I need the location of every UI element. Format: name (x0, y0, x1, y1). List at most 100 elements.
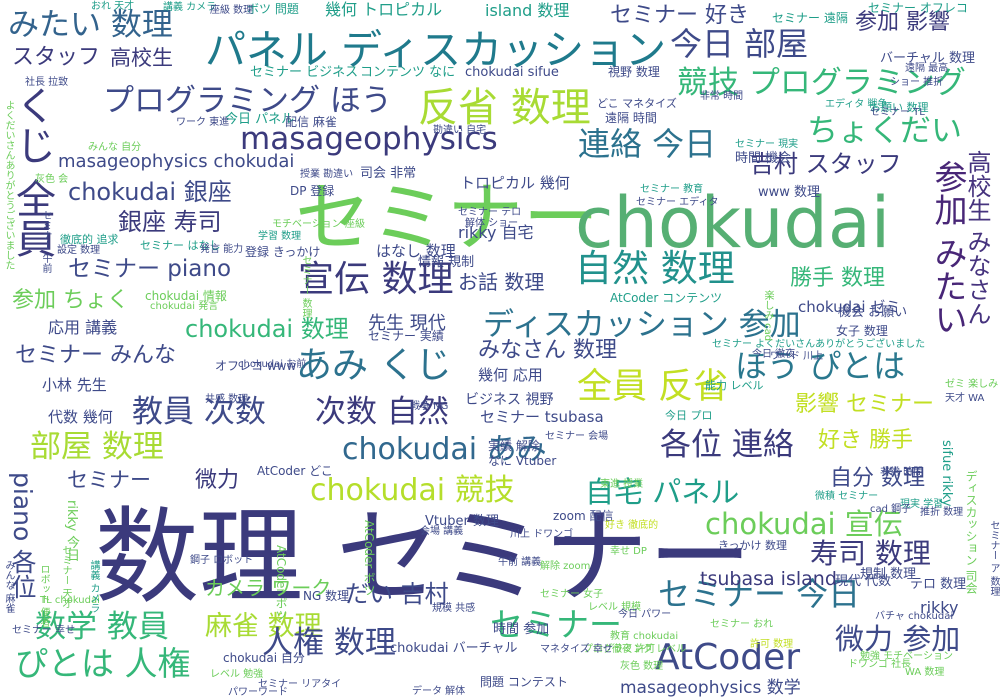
word: 楽しみ cad (762, 290, 773, 342)
word: 寿司 数理 (810, 537, 931, 570)
word: レベル 勉強 (210, 669, 264, 680)
word: 共感 数理 (205, 394, 249, 405)
word: tsubasa island (700, 568, 837, 590)
word: 幸せ DP (610, 546, 647, 557)
word: 問題 コンテスト (480, 675, 568, 689)
word: 参加 影響 (855, 10, 950, 35)
word: cad 鋼子 (870, 504, 912, 515)
word: ディスカッション 参加 (483, 307, 801, 343)
word: バチャ chokudai (875, 611, 954, 622)
word: セミナー おれ (710, 619, 774, 630)
word: きっかけ 数理 (718, 539, 788, 552)
word: 幾何 応用 (478, 366, 543, 384)
word: 参加 みたい (929, 160, 968, 336)
word: 時間 機会 (735, 151, 792, 166)
word: セミナー 数理 (300, 255, 311, 319)
word: sifue rikky (939, 440, 954, 507)
word: セミナー TL (870, 107, 925, 118)
word: chokudai 数理 (185, 315, 349, 343)
word: 配信 麻雀 (285, 115, 337, 129)
word: テロ 数理 (910, 577, 967, 592)
word: 部屋 数理 (30, 429, 164, 465)
word: chokudai sifue (465, 65, 559, 80)
word: chokudai お前 (238, 359, 307, 370)
word: 灰色 会 (35, 174, 69, 185)
word: 勝手 数理 (790, 266, 885, 291)
word: 高校生 (110, 46, 173, 70)
word: 幾何 トロピカル (325, 0, 443, 19)
word: 連絡 今日 (578, 125, 717, 163)
word: 講義 カメラ (163, 2, 217, 13)
word: みんな 自分 (88, 142, 142, 153)
word: 参加 ちょく (12, 288, 129, 313)
word-cloud: 数理 セミナー セミナー chokudai パネル ディスカッション 反省 数理… (0, 0, 1000, 700)
word: お話 数理 (458, 270, 545, 294)
word: 今日 部屋 (670, 25, 809, 63)
word: セミナー みんな (15, 343, 176, 368)
word: セミナー リアタイ (258, 679, 342, 690)
word: 午前 講義 (498, 557, 542, 568)
word: AtCoder ボツ (274, 545, 288, 622)
word: セミナー 天才 (60, 545, 71, 609)
word: モチベーション 座級 (272, 219, 365, 230)
word: セミナー 会場 (545, 431, 609, 442)
word: masageophysics 数学 (620, 678, 801, 698)
word: セミナー テロ (458, 207, 522, 218)
word: みんな 麻雀 (3, 560, 14, 614)
word: セミナー ア 数理 (988, 520, 999, 597)
word: セミナー 女子 (540, 589, 604, 600)
word: island 数理 (485, 1, 570, 20)
word: 微力 (195, 468, 240, 493)
word: 徹底的 追求 (60, 233, 119, 246)
word: あみ くじ (296, 345, 452, 386)
word: 実績 解除 (488, 439, 540, 453)
word: 鋼子 ロボット (190, 555, 254, 566)
word: 勘違い 自宅 (433, 125, 487, 136)
word: 今日 パワー (618, 609, 672, 620)
word: 東進 授業 (600, 479, 644, 490)
word: セミナー 好き (610, 3, 749, 28)
word: 天才 WA (945, 393, 985, 404)
word: 自然 数理 (575, 247, 735, 290)
word: masageophysics chokudai (58, 151, 295, 172)
word: 代数 幾何 (48, 408, 113, 426)
word: 非常 時間 (700, 91, 744, 102)
word: 司会 非常 (360, 166, 417, 181)
word: ビジネス 視野 (465, 392, 554, 408)
word: セミナー tsubasa (480, 408, 604, 426)
word: ドワンゴ 社長 (848, 659, 912, 670)
word: ちょくだい (807, 113, 962, 149)
word: 高校生 みなさん (963, 150, 991, 326)
word: セミナー 幸せ (12, 625, 76, 636)
word: 好き 徹底的 (605, 520, 659, 531)
word: 灰色 数理 (620, 661, 664, 672)
word: chokudai 銀座 (68, 178, 232, 206)
word: ワード 川上 (770, 351, 824, 362)
word: 許可 数理 (750, 639, 794, 650)
word: 戦争 NG (410, 401, 449, 412)
word: おれ 天才 (91, 1, 135, 12)
word: chokudai 自分 (223, 651, 305, 665)
word: 時間 参加 (493, 622, 550, 637)
word: 微力 参加 (835, 622, 961, 656)
word: みなさん 数理 (478, 338, 617, 363)
word: 銀座 寿司 (118, 208, 222, 236)
word: スタッフ (12, 45, 101, 70)
word: 遠隔 最高 (905, 63, 949, 74)
word: なに Vtuber (488, 454, 557, 468)
word: 微積 セミナー (815, 491, 879, 502)
word: 遠隔 時間 (605, 111, 657, 125)
word: 女子 数理 (836, 324, 888, 338)
word: 非常 時間 (880, 467, 924, 478)
word: www 数理 (758, 185, 821, 200)
word: 今日 プロ (665, 409, 713, 422)
word: セミナー 午前 (40, 210, 51, 274)
word: chokudai 競技 (310, 473, 515, 508)
word: 設定 数理 (57, 245, 101, 256)
word: 解体 ショー (465, 218, 519, 229)
word: ボツ 問題 (247, 2, 299, 16)
word: AtCoder コンテンツ (610, 291, 723, 305)
word: セミナー エディタ (636, 197, 719, 208)
word: 今日 パネル (225, 112, 295, 127)
word: マネタイズ 幸せ (540, 644, 613, 655)
